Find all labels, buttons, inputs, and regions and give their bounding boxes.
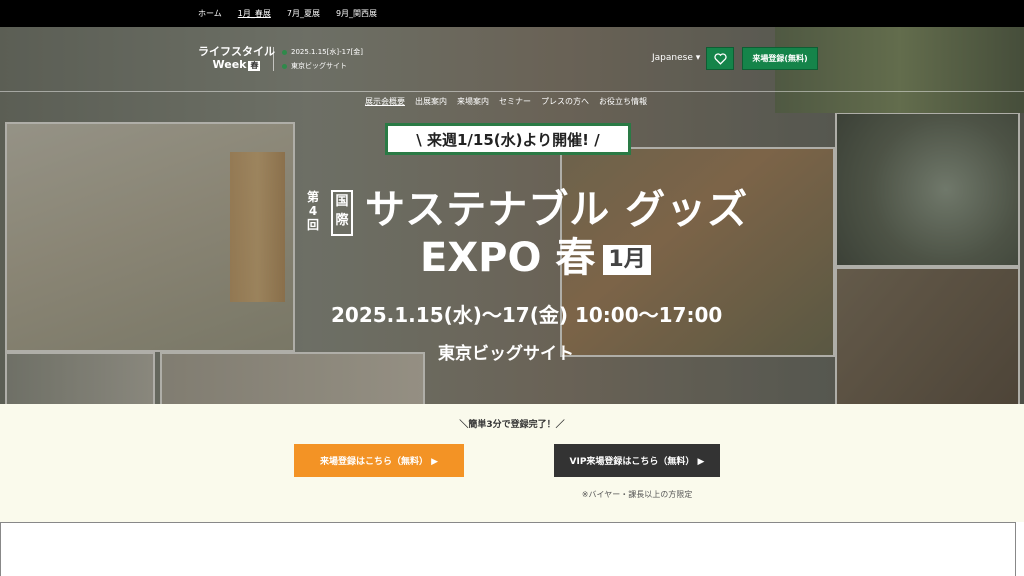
- edition-char: 第: [306, 190, 319, 204]
- topnav-jan-spring[interactable]: 1月_春展: [238, 8, 271, 19]
- nav-overview[interactable]: 展示会概要: [365, 96, 405, 107]
- header-date: 2025.1.15[水]-17[金]: [282, 45, 363, 59]
- edition-label: 第 4 回: [306, 190, 320, 232]
- topnav-jul-summer[interactable]: 7月_夏展: [287, 8, 320, 19]
- event-venue: 東京ビッグサイト: [438, 344, 574, 364]
- language-label: Japanese: [652, 53, 693, 63]
- event-date: 2025.1.15(水)～17(金) 10:00～17:00: [331, 303, 723, 327]
- logo-line2: Week 春: [198, 58, 275, 71]
- topnav-sep-kansai[interactable]: 9月_関西展: [336, 8, 377, 19]
- header-venue-text: 東京ビッグサイト: [291, 62, 347, 70]
- site-logo[interactable]: ライフスタイル Week 春: [198, 45, 275, 71]
- top-bar: ホーム 1月_春展 7月_夏展 9月_関西展: [0, 0, 1024, 27]
- logo-week: Week: [212, 58, 247, 71]
- edition-char: 4: [308, 204, 318, 218]
- nav-useful-info[interactable]: お役立ち情報: [599, 96, 647, 107]
- international-badge: 国 際: [331, 190, 353, 236]
- top-nav: ホーム 1月_春展 7月_夏展 9月_関西展: [198, 0, 377, 27]
- nav-exhibit[interactable]: 出展案内: [415, 96, 447, 107]
- nav-visit[interactable]: 来場案内: [457, 96, 489, 107]
- header-venue: 東京ビッグサイト: [282, 59, 363, 73]
- favorite-button[interactable]: [706, 47, 734, 70]
- main-nav: 展示会概要 出展案内 来場案内 セミナー プレスの方へ お役立ち情報: [365, 96, 647, 107]
- logo-divider: [273, 47, 274, 71]
- announcement-banner: \ 来週1/15(水)より開催! /: [385, 123, 631, 155]
- event-title-line2: EXPO 春 1月: [420, 235, 651, 281]
- logo-line1: ライフスタイル: [198, 45, 275, 58]
- event-title-line1: サステナブル グッズ: [365, 187, 749, 233]
- header-divider: [0, 91, 1024, 92]
- month-badge: 1月: [603, 245, 651, 275]
- edition-char: 回: [306, 218, 319, 232]
- header-date-text: 2025.1.15[水]-17[金]: [291, 48, 363, 56]
- hero-section: ライフスタイル Week 春 2025.1.15[水]-17[金] 東京ビッグサイ…: [0, 27, 1024, 404]
- language-selector[interactable]: Japanese ▾: [652, 53, 700, 63]
- nav-press[interactable]: プレスの方へ: [541, 96, 589, 107]
- vip-register-button[interactable]: VIP来場登録はこちら（無料） ▶: [554, 444, 720, 477]
- kokusai-char: 国: [335, 194, 349, 209]
- visitor-register-button[interactable]: 来場登録はこちら（無料） ▶: [294, 444, 464, 477]
- chevron-down-icon: ▾: [695, 53, 701, 63]
- registration-note: ＼簡単3分で登録完了！／: [459, 420, 565, 430]
- header-register-button[interactable]: 来場登録(無料): [742, 47, 818, 70]
- dot-icon: [282, 49, 287, 55]
- nav-seminar[interactable]: セミナー: [499, 96, 531, 107]
- vip-note: ※バイヤー・課長以上の方限定: [581, 490, 693, 499]
- header-event-info: 2025.1.15[水]-17[金] 東京ビッグサイト: [282, 45, 363, 73]
- kokusai-char: 際: [335, 213, 349, 228]
- logo-badge: 春: [248, 61, 261, 71]
- heart-icon: [713, 52, 727, 65]
- bottom-panel: [0, 522, 1016, 576]
- dot-icon: [282, 63, 287, 69]
- topnav-home[interactable]: ホーム: [198, 8, 222, 19]
- event-title-text: EXPO 春: [420, 235, 596, 281]
